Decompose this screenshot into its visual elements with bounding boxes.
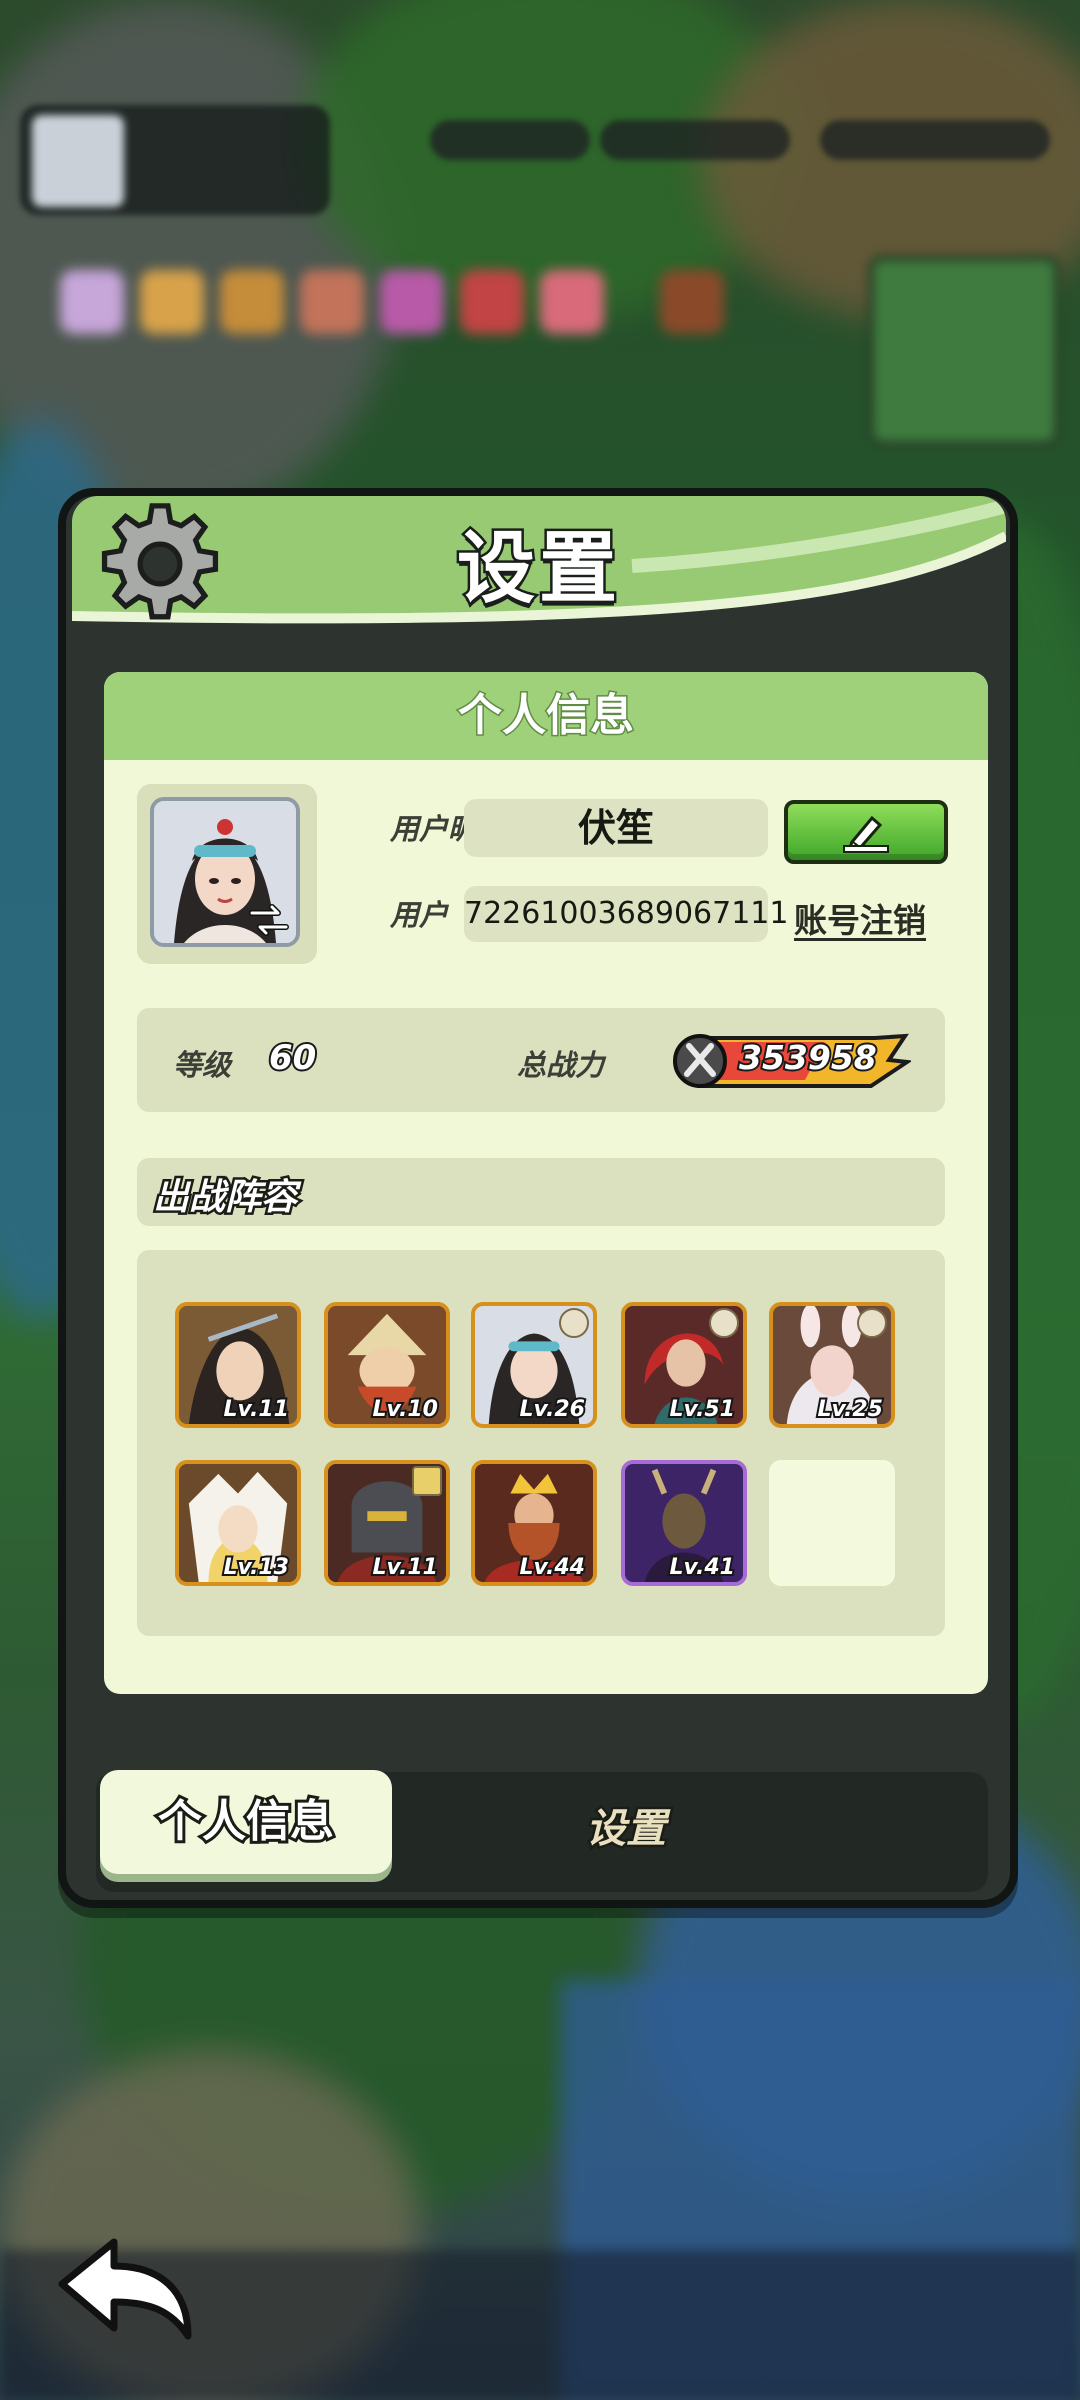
hero-slot[interactable]: Lv.26 bbox=[471, 1302, 597, 1428]
card-title: 个人信息 bbox=[104, 672, 988, 760]
hero-slot[interactable]: Lv.44 bbox=[471, 1460, 597, 1586]
settings-dialog: 设置 个人信息 用户昵称 伏笙 用户 72261003689067111 账号注… bbox=[58, 488, 1018, 1908]
dialog-header: 设置 bbox=[72, 496, 1006, 636]
dialog-title: 设置 bbox=[454, 522, 621, 617]
tab-settings[interactable]: 设置 bbox=[496, 1784, 756, 1874]
hero-level: Lv.11 bbox=[221, 1395, 291, 1424]
lineup-header: 出战阵容 bbox=[137, 1158, 945, 1226]
hero-slot[interactable]: Lv.41 bbox=[621, 1460, 747, 1586]
hero-level: Lv.26 bbox=[517, 1395, 587, 1424]
lineup-grid: Lv.11 Lv.10 Lv.26 Lv.51 Lv.25 Lv.13 Lv.1… bbox=[137, 1250, 945, 1636]
edit-pencil-icon bbox=[843, 815, 889, 853]
deregister-account-link[interactable]: 账号注销 bbox=[794, 894, 926, 942]
hero-level: Lv.13 bbox=[221, 1553, 291, 1582]
hero-level: Lv.41 bbox=[667, 1553, 737, 1582]
user-id-label: 用户 bbox=[390, 898, 449, 932]
hero-slot[interactable]: Lv.51 bbox=[621, 1302, 747, 1428]
back-arrow-icon[interactable] bbox=[56, 2236, 196, 2344]
avatar[interactable] bbox=[150, 797, 300, 947]
nickname-field: 伏笙 bbox=[464, 799, 768, 857]
power-badge: 353958 bbox=[673, 1032, 911, 1090]
user-id-value: 72261003689067111 bbox=[464, 886, 788, 942]
hero-level: Lv.11 bbox=[370, 1553, 440, 1582]
level-value: 60 bbox=[267, 1036, 318, 1080]
power-value: 353958 bbox=[737, 1036, 879, 1079]
level-label: 等级 bbox=[173, 1048, 232, 1082]
stats-row: 等级 60 总战力 353958 bbox=[137, 1008, 945, 1112]
hero-level: Lv.51 bbox=[667, 1395, 737, 1424]
personal-info-card: 个人信息 用户昵称 伏笙 用户 72261003689067111 账号注销 等… bbox=[104, 672, 988, 1694]
avatar-frame[interactable] bbox=[137, 784, 317, 964]
tab-bar: 个人信息 设置 bbox=[96, 1770, 988, 1892]
tab-personal-info[interactable]: 个人信息 bbox=[100, 1770, 392, 1874]
edit-nickname-button[interactable] bbox=[784, 800, 948, 864]
hero-slot[interactable]: Lv.25 bbox=[769, 1302, 895, 1428]
lineup-title: 出战阵容 bbox=[150, 1175, 299, 1221]
hero-level: Lv.10 bbox=[370, 1395, 440, 1424]
hero-level: Lv.25 bbox=[815, 1395, 885, 1424]
sword-icon bbox=[673, 1034, 727, 1088]
hero-level: Lv.44 bbox=[517, 1553, 587, 1582]
hero-slot[interactable]: Lv.10 bbox=[324, 1302, 450, 1428]
hero-slot[interactable]: Lv.11 bbox=[324, 1460, 450, 1586]
hero-slot[interactable]: Lv.11 bbox=[175, 1302, 301, 1428]
swap-icon bbox=[249, 904, 289, 936]
hero-slot[interactable]: Lv.13 bbox=[175, 1460, 301, 1586]
power-label: 总战力 bbox=[517, 1048, 605, 1082]
empty-hero-slot[interactable] bbox=[769, 1460, 895, 1586]
